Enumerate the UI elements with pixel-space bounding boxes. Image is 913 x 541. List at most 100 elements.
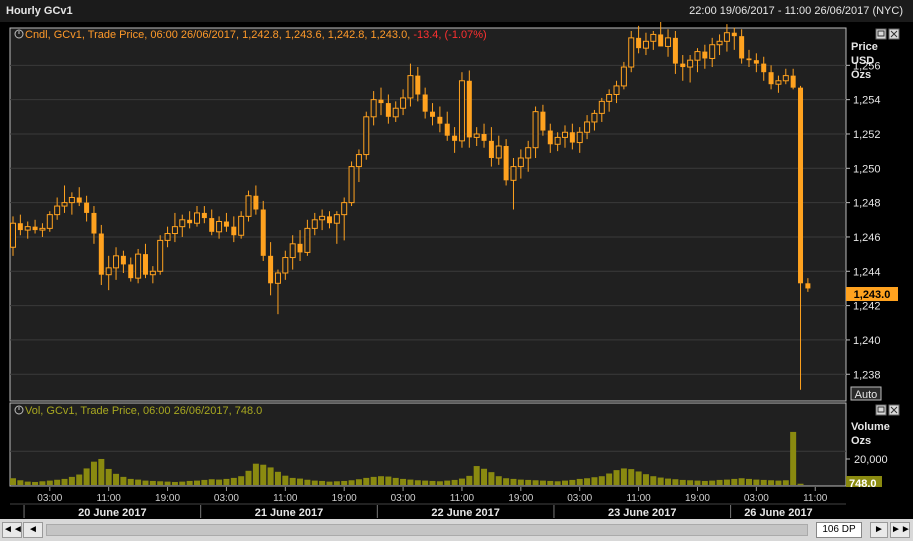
- day-label: 26 June 2017: [744, 507, 813, 519]
- candle-body-down: [297, 243, 303, 253]
- scroll-last-button[interactable]: ►►: [890, 522, 911, 538]
- volume-bar: [436, 481, 443, 485]
- candle-body-down: [415, 75, 421, 95]
- candle-body-down: [201, 212, 207, 219]
- hour-label: 03:00: [744, 493, 769, 504]
- day-label: 22 June 2017: [431, 507, 500, 519]
- hour-label: 11:00: [626, 493, 651, 504]
- volume-bar: [201, 479, 208, 485]
- volume-bar: [635, 471, 642, 485]
- hour-label: 11:00: [273, 493, 298, 504]
- volume-bar: [591, 477, 598, 485]
- candle-body-up: [665, 37, 672, 47]
- price-tick-label: 1,238: [853, 369, 881, 381]
- volume-bar: [341, 480, 348, 485]
- candle-body-down: [452, 135, 458, 141]
- volume-bar: [311, 480, 318, 485]
- candle-body-up: [576, 131, 583, 144]
- volume-bar: [642, 474, 649, 485]
- candle-body-up: [10, 222, 16, 248]
- volume-bar: [503, 478, 510, 485]
- volume-bar: [414, 480, 421, 485]
- volume-bar: [797, 483, 804, 485]
- price-tick-label: 1,244: [853, 266, 881, 278]
- volume-bar: [547, 480, 554, 485]
- volume-bar: [782, 480, 789, 485]
- candle-body-up: [392, 107, 399, 118]
- volume-bar: [370, 476, 377, 485]
- candle-body-up: [216, 221, 223, 233]
- volume-bar: [98, 458, 105, 485]
- candle-body-up: [304, 227, 311, 253]
- price-legend-change: -13.4, (-1.07%): [413, 29, 486, 41]
- day-label: 21 June 2017: [255, 507, 324, 519]
- zoom-level-field[interactable]: 106 DP: [816, 522, 862, 538]
- price-legend: Cndl, GCv1, Trade Price, 06:00 26/06/201…: [14, 29, 487, 41]
- volume-bar: [525, 479, 532, 485]
- volume-bar: [481, 468, 488, 485]
- volume-axis-title-line2: Ozs: [851, 435, 871, 447]
- candle-body-up: [584, 121, 591, 133]
- candle-body-down: [503, 145, 509, 181]
- candle-body-down: [481, 133, 487, 141]
- volume-bar: [473, 466, 480, 485]
- candle-body-down: [444, 123, 450, 136]
- candle-body-up: [613, 85, 620, 96]
- candle-body-up: [39, 227, 46, 231]
- price-axis: Price USD Ozs 1,2381,2401,2421,2441,2461…: [846, 41, 881, 381]
- candle-body-up: [311, 219, 318, 229]
- price-legend-prefix: Cndl, GCv1, Trade Price, 06:00 26/06/201…: [25, 29, 413, 41]
- candle-body-up: [135, 253, 142, 279]
- price-tick-label: 1,240: [853, 335, 881, 347]
- hour-label: 03:00: [391, 493, 416, 504]
- candle-body-down: [488, 140, 494, 159]
- navigation-bar: ◄◄ ◄ 106 DP ► ►►: [0, 519, 913, 541]
- volume-bar: [532, 480, 539, 485]
- candle-body-up: [245, 195, 252, 217]
- volume-bar: [495, 476, 502, 485]
- volume-bar: [672, 479, 679, 485]
- price-tick-label: 1,246: [853, 232, 881, 244]
- price-tick-label: 1,254: [853, 95, 881, 107]
- candle-body-up: [363, 116, 370, 156]
- volume-bar: [282, 475, 289, 485]
- price-plot-area: [9, 27, 847, 402]
- candle-body-up: [348, 166, 355, 204]
- candle-body-up: [157, 239, 164, 272]
- candle-body-down: [569, 132, 575, 143]
- candle-body-down: [385, 103, 391, 117]
- candle-body-down: [84, 202, 90, 213]
- volume-bar: [665, 478, 672, 485]
- volume-bar: [120, 476, 127, 485]
- time-scrollbar[interactable]: [46, 524, 808, 536]
- candle-body-up: [274, 272, 281, 284]
- candle-body-down: [98, 233, 104, 275]
- candle-body-up: [591, 112, 598, 123]
- hour-label: 11:00: [450, 493, 475, 504]
- volume-bar: [400, 478, 407, 485]
- volume-bar: [569, 479, 576, 485]
- volume-bar: [267, 467, 274, 485]
- volume-bar: [61, 478, 68, 485]
- price-tick-label: 1,250: [853, 163, 881, 175]
- candle-body-down: [76, 197, 82, 203]
- candle-body-up: [54, 205, 61, 216]
- volume-bar: [466, 475, 473, 485]
- candle-body-down: [437, 116, 443, 124]
- candle-body-down: [680, 63, 686, 68]
- volume-bar: [451, 479, 458, 485]
- candle-body-down: [142, 254, 148, 275]
- volume-bar: [363, 477, 370, 485]
- volume-bar: [613, 470, 620, 485]
- volume-tick-label: 20,000: [854, 454, 888, 466]
- candle-body-up: [716, 40, 723, 46]
- candle-body-down: [253, 195, 259, 210]
- scroll-next-button[interactable]: ►: [870, 522, 888, 538]
- volume-legend-text: Vol, GCv1, Trade Price, 06:00 26/06/2017…: [25, 405, 262, 417]
- volume-bar: [738, 478, 745, 485]
- volume-bar: [39, 481, 46, 485]
- scroll-prev-button[interactable]: ◄: [23, 522, 43, 538]
- price-tick-labels: 1,238 1,240 1,242 1,244 1,246 1,248 1,250 1,252…: [846, 60, 881, 381]
- volume-bar: [628, 469, 635, 485]
- scroll-first-button[interactable]: ◄◄: [2, 522, 23, 538]
